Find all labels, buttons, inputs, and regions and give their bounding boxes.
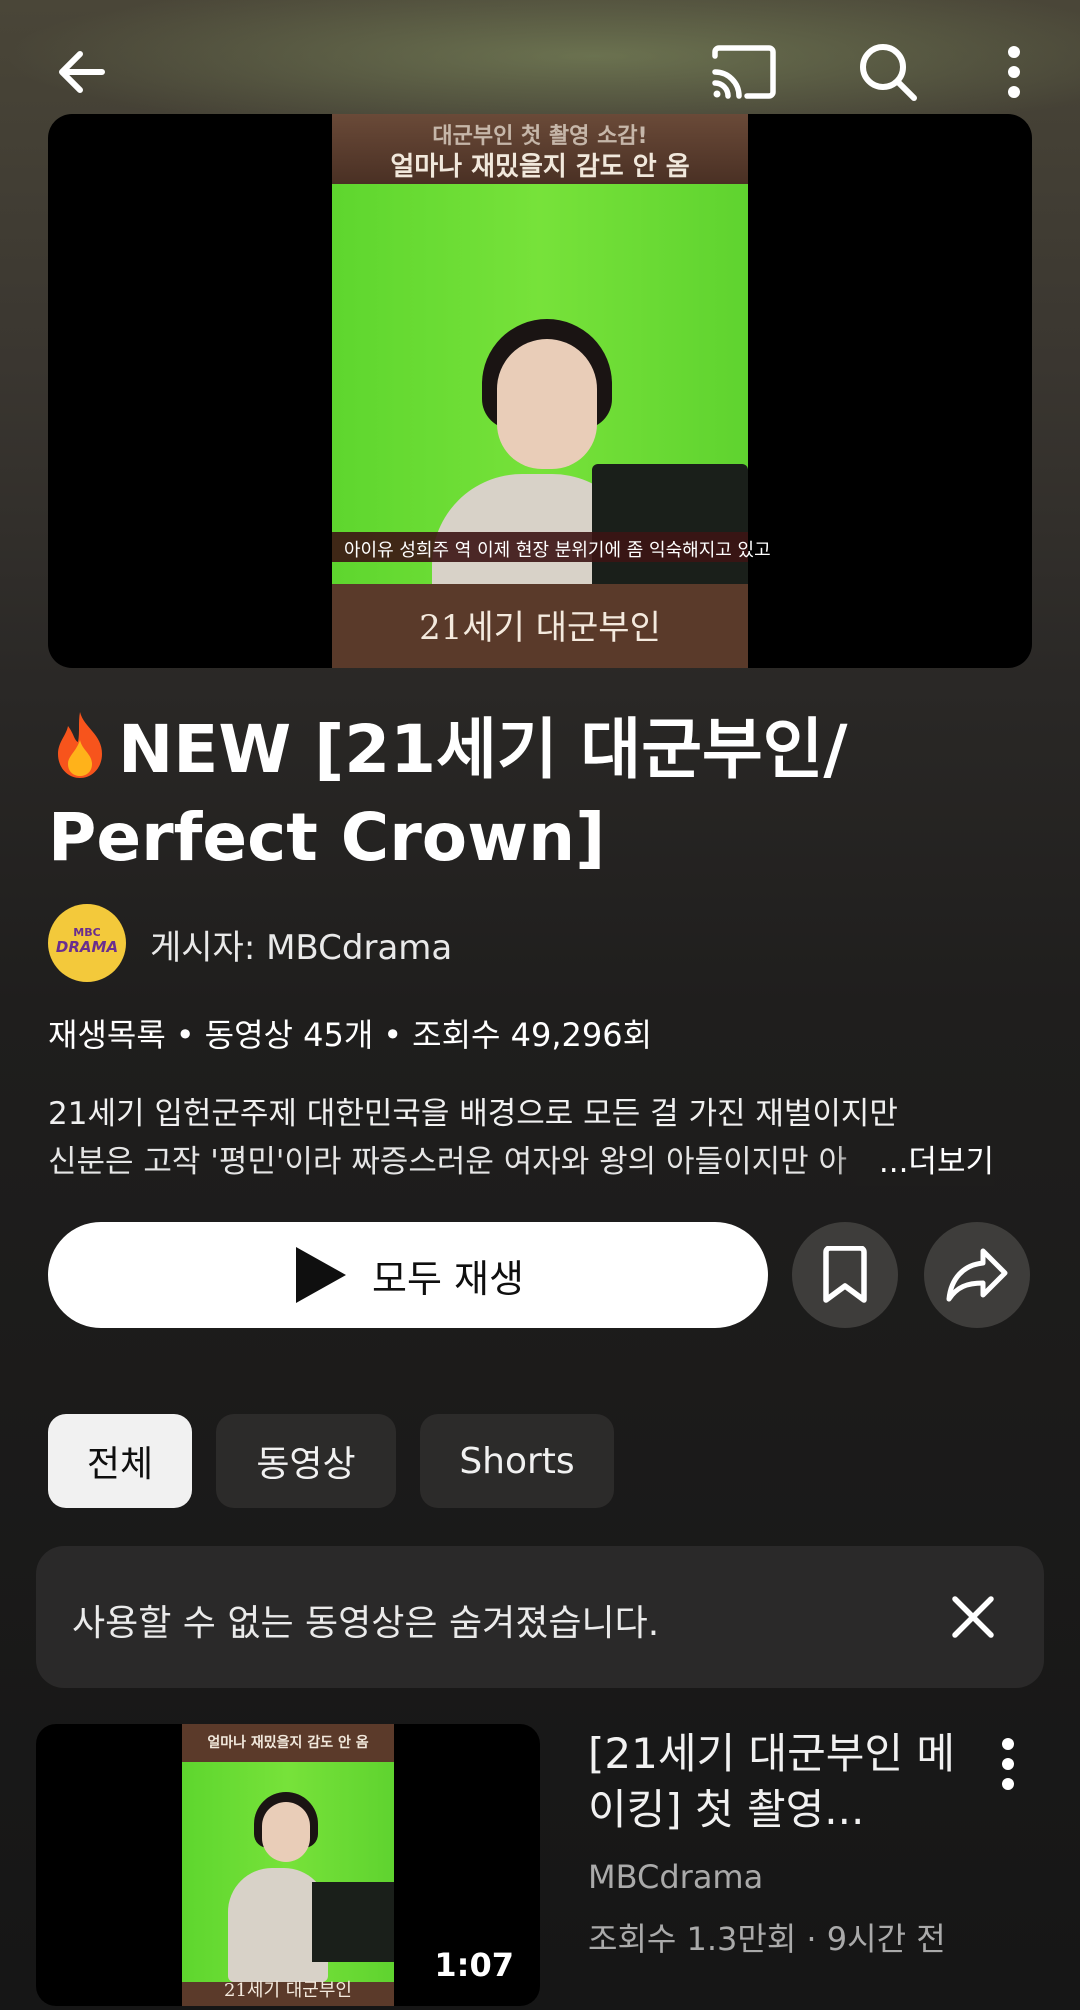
avatar-logo-bottom: DRAMA: [55, 938, 119, 956]
bookmark-icon: [823, 1246, 867, 1303]
video-title[interactable]: [21세기 대군부인 메이킹] 첫 촬영...: [588, 1726, 968, 1838]
video-thumbnail-frame: 얼마나 재밌을지 감도 안 옴 21세기 대군부인: [182, 1724, 394, 2006]
more-vert-icon: [1008, 46, 1020, 98]
video-count: 동영상 45개: [204, 1016, 374, 1054]
hero-poster-bottom: 21세기 대군부인: [332, 584, 748, 668]
notice-close-button[interactable]: [928, 1572, 1018, 1662]
video-thumbnail[interactable]: 얼마나 재밌을지 감도 안 옴 21세기 대군부인 1:07: [36, 1724, 540, 2006]
more-options-button[interactable]: [966, 24, 1062, 120]
play-icon: [296, 1247, 347, 1303]
playlist-hero-thumbnail[interactable]: 대군부인 첫 촬영 소감! 얼마나 재밌을지 감도 안 옴 아이유 성희주 역 …: [48, 114, 1032, 668]
cast-icon: [712, 45, 776, 99]
filter-chip-all[interactable]: 전체: [48, 1414, 192, 1508]
video-stats: 조회수 1.3만회 · 9시간 전: [588, 1920, 946, 1958]
thumb-greenscreen: [182, 1762, 394, 1982]
filter-chip-videos-label: 동영상: [256, 1444, 356, 1485]
share-button[interactable]: [924, 1222, 1030, 1328]
video-duration: 1:07: [426, 1944, 522, 1986]
playlist-title-text: NEW [21세기 대군부인/ Perfect Crown]: [48, 711, 848, 876]
hero-greenscreen: 아이유 성희주 역 이제 현장 분위기에 좀 익숙해지고 있고: [332, 184, 771, 668]
thumb-caption-top: 얼마나 재밌을지 감도 안 옴: [207, 1735, 369, 1751]
save-playlist-button[interactable]: [792, 1222, 898, 1328]
hero-person-face: [497, 339, 597, 469]
playlist-type: 재생목록: [48, 1016, 166, 1054]
back-arrow-icon: [59, 51, 105, 93]
video-menu-button[interactable]: [960, 1716, 1056, 1812]
hero-poster-top: 대군부인 첫 촬영 소감! 얼마나 재밌을지 감도 안 옴: [332, 114, 748, 184]
cast-button[interactable]: [696, 24, 792, 120]
fire-icon: [58, 712, 102, 778]
view-count: 조회수 49,296회: [412, 1016, 653, 1054]
thumb-monitor: [312, 1882, 394, 1962]
notice-text: 사용할 수 없는 동영상은 숨겨졌습니다.: [72, 1603, 660, 1644]
filter-chip-videos[interactable]: 동영상: [216, 1414, 396, 1508]
play-all-label: 모두 재생: [372, 1256, 524, 1301]
filter-chip-all-label: 전체: [86, 1444, 154, 1485]
more-link[interactable]: ...더보기: [832, 1138, 994, 1186]
description-line-2-text: 신분은 고작 '평민'이라 짜증스러운 여자와 왕의 아들이지만 아: [48, 1144, 848, 1180]
playlist-title: NEW [21세기 대군부인/ Perfect Crown]: [48, 706, 1008, 882]
close-icon: [952, 1596, 994, 1638]
search-icon: [860, 44, 917, 101]
hidden-videos-notice: 사용할 수 없는 동영상은 숨겨졌습니다.: [36, 1546, 1044, 1688]
hero-lower-third-text: 아이유 성희주 역 이제 현장 분위기에 좀 익숙해지고 있고: [344, 540, 771, 561]
share-icon: [946, 1248, 1008, 1302]
video-channel[interactable]: MBCdrama: [588, 1858, 763, 1896]
hero-poster-caption-2: 얼마나 재밌을지 감도 안 옴: [390, 152, 690, 182]
hero-video-frame: 대군부인 첫 촬영 소감! 얼마나 재밌을지 감도 안 옴 아이유 성희주 역 …: [332, 114, 771, 668]
channel-avatar[interactable]: MBC DRAMA: [48, 904, 126, 982]
thumb-caption-bottom: 21세기 대군부인: [224, 1980, 352, 2001]
back-button[interactable]: [34, 24, 130, 120]
more-vert-icon: [1002, 1738, 1014, 1790]
description-line-2: 신분은 고작 '평민'이라 짜증스러운 여자와 왕의 아들이지만 아 ...더보…: [48, 1138, 1028, 1186]
playlist-poster[interactable]: 게시자: MBCdrama: [150, 920, 452, 969]
filter-chip-shorts-label: Shorts: [459, 1440, 575, 1482]
playlist-description[interactable]: 21세기 입헌군주제 대한민국을 배경으로 모든 걸 가진 재벌이지만 신분은 …: [48, 1090, 1028, 1186]
description-line-1: 21세기 입헌군주제 대한민국을 배경으로 모든 걸 가진 재벌이지만: [48, 1096, 898, 1132]
search-button[interactable]: [840, 24, 936, 120]
hero-lower-third: 아이유 성희주 역 이제 현장 분위기에 좀 익숙해지고 있고: [332, 532, 771, 562]
hero-poster-title: 21세기 대군부인: [419, 608, 661, 648]
playlist-meta: 재생목록 • 동영상 45개 • 조회수 49,296회: [48, 1016, 653, 1054]
filter-chip-shorts[interactable]: Shorts: [420, 1414, 614, 1508]
play-all-button[interactable]: 모두 재생: [48, 1222, 768, 1328]
thumb-person-face: [262, 1802, 310, 1862]
